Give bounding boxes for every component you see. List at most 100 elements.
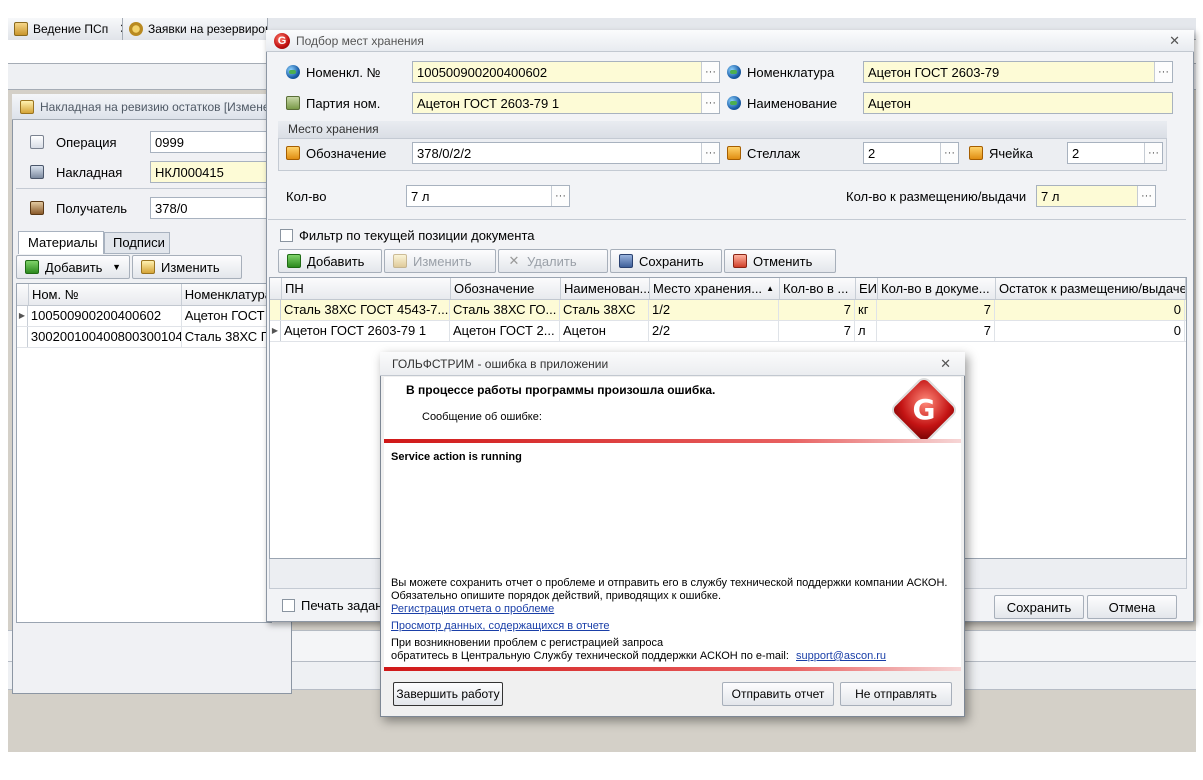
- rack-icon: [727, 146, 741, 160]
- designation-row: Обозначение 378/0/2/2 ···: [286, 142, 720, 164]
- batch-row: Партия ном. Ацетон ГОСТ 2603-79 1 ···: [286, 92, 720, 114]
- print-checkbox[interactable]: [282, 599, 295, 612]
- app-tab-psp[interactable]: Ведение ПСп ✕: [8, 18, 123, 40]
- ellipsis-button[interactable]: ···: [940, 143, 958, 163]
- doc-col-nomnum[interactable]: Ном. №: [29, 284, 182, 305]
- close-icon[interactable]: ✕: [1169, 33, 1180, 49]
- doc-add-button[interactable]: Добавить ▼: [16, 255, 130, 279]
- tab-signatures[interactable]: Подписи: [104, 232, 170, 254]
- receiver-field[interactable]: 378/0: [150, 197, 270, 219]
- rack-field[interactable]: 2 ···: [863, 142, 959, 164]
- row-pointer-icon: ▶: [17, 306, 28, 326]
- nomnum-field[interactable]: 100500900200400602 ···: [412, 61, 720, 83]
- sort-asc-icon: ▲: [766, 284, 774, 293]
- globe-icon: [286, 65, 300, 79]
- error-info: Вы можете сохранить отчет о проблеме и о…: [391, 577, 959, 663]
- error-message: Service action is running: [391, 451, 522, 463]
- ellipsis-button[interactable]: ···: [1137, 186, 1155, 206]
- filter-row: Фильтр по текущей позиции документа: [280, 228, 535, 243]
- edit-icon: [141, 260, 155, 274]
- invoice-icon: [30, 165, 44, 179]
- col-pn[interactable]: ПН: [282, 278, 451, 299]
- doc-grid-header: Ном. № Номенклатура: [17, 284, 271, 306]
- nomnum-row: Номенкл. № 100500900200400602 ···: [286, 61, 720, 83]
- divider: [16, 188, 276, 189]
- cell-row: Ячейка 2 ···: [969, 142, 1163, 164]
- cancel-button[interactable]: Отмена: [1087, 595, 1177, 619]
- name-field[interactable]: Ацетон: [863, 92, 1173, 114]
- qty-row: Кол-во 7 л ···: [286, 185, 570, 207]
- operation-field[interactable]: 0999: [150, 131, 270, 153]
- finish-work-button[interactable]: Завершить работу: [393, 682, 503, 706]
- filter-checkbox[interactable]: [280, 229, 293, 242]
- table-row[interactable]: Сталь 38ХС ГОСТ 4543-7... Сталь 38ХС ГО.…: [270, 300, 1186, 321]
- ellipsis-button[interactable]: ···: [701, 143, 719, 163]
- tab-materials[interactable]: Материалы: [18, 231, 104, 254]
- table-row[interactable]: 300200100400800300104 Сталь 38ХС Г: [17, 327, 271, 348]
- send-report-button[interactable]: Отправить отчет: [722, 682, 834, 706]
- ellipsis-button[interactable]: ···: [1154, 62, 1172, 82]
- dont-send-button[interactable]: Не отправлять: [840, 682, 952, 706]
- operation-icon: [30, 135, 44, 149]
- storage-icon: [286, 146, 300, 160]
- col-qty-doc[interactable]: Кол-во в докуме...: [878, 278, 996, 299]
- ellipsis-button[interactable]: ···: [701, 62, 719, 82]
- delete-icon: ✕: [508, 253, 520, 268]
- ellipsis-button[interactable]: ···: [1144, 143, 1162, 163]
- batch-field[interactable]: Ацетон ГОСТ 2603-79 1 ···: [412, 92, 720, 114]
- close-icon[interactable]: ✕: [940, 356, 951, 372]
- document-icon: [14, 22, 28, 36]
- col-name[interactable]: Наименован...: [561, 278, 650, 299]
- storage-grid-header: ПН Обозначение Наименован... Место хране…: [270, 278, 1186, 300]
- golfstream-logo-icon: G: [888, 374, 960, 446]
- operation-row: Операция 0999: [30, 131, 270, 153]
- col-storage[interactable]: Место хранения... ▲: [650, 278, 780, 299]
- doc-grid: Ном. № Номенклатура ▶ 100500900200400602…: [16, 283, 272, 623]
- error-header: В процессе работы программы произошла ош…: [384, 374, 961, 446]
- edit-document-icon: [20, 99, 34, 114]
- doc-col-nomenclature[interactable]: Номенклатура: [182, 284, 271, 305]
- save-toolbar-button[interactable]: Сохранить: [610, 249, 722, 273]
- register-report-link[interactable]: Регистрация отчета о проблеме: [391, 603, 959, 616]
- table-row[interactable]: ▶ Ацетон ГОСТ 2603-79 1 Ацетон ГОСТ 2...…: [270, 321, 1186, 342]
- doc-edit-button[interactable]: Изменить: [132, 255, 242, 279]
- view-report-link[interactable]: Просмотр данных, содержащихся в отчете: [391, 620, 959, 633]
- qty-field[interactable]: 7 л ···: [406, 185, 570, 207]
- add-button[interactable]: Добавить: [278, 249, 382, 273]
- ellipsis-button[interactable]: ···: [701, 93, 719, 113]
- save-button[interactable]: Сохранить: [994, 595, 1084, 619]
- col-designation[interactable]: Обозначение: [451, 278, 561, 299]
- edit-button[interactable]: Изменить: [384, 249, 496, 273]
- support-email-link[interactable]: support@ascon.ru: [796, 650, 886, 662]
- invoice-window-title: Накладная на ревизию остатков [Измене: [12, 94, 292, 120]
- globe-icon: [727, 65, 741, 79]
- col-remaining[interactable]: Остаток к размещению/выдаче: [996, 278, 1186, 299]
- receiver-row: Получатель 378/0: [30, 197, 270, 219]
- cancel-toolbar-button[interactable]: Отменить: [724, 249, 836, 273]
- chevron-down-icon[interactable]: ▼: [112, 262, 121, 272]
- invoice-row: Накладная НКЛ000415: [30, 161, 270, 183]
- error-body: Service action is running Вы можете сохр…: [384, 443, 961, 667]
- nomenclature-row: Номенклатура Ацетон ГОСТ 2603-79 ···: [727, 61, 1173, 83]
- app-tab-reservations[interactable]: Заявки на резервирова: [123, 18, 268, 40]
- invoice-field[interactable]: НКЛ000415: [150, 161, 270, 183]
- ellipsis-button[interactable]: ···: [551, 186, 569, 206]
- batch-icon: [286, 96, 300, 110]
- cell-field[interactable]: 2 ···: [1067, 142, 1163, 164]
- nomenclature-field[interactable]: Ацетон ГОСТ 2603-79 ···: [863, 61, 1173, 83]
- gear-icon: [129, 22, 143, 36]
- receiver-icon: [30, 201, 44, 215]
- rack-row: Стеллаж 2 ···: [727, 142, 959, 164]
- qty-place-field[interactable]: 7 л ···: [1036, 185, 1156, 207]
- col-unit[interactable]: ЕИ: [856, 278, 878, 299]
- col-qty-in[interactable]: Кол-во в ...: [780, 278, 856, 299]
- add-icon: [287, 254, 301, 268]
- delete-button[interactable]: ✕ Удалить: [498, 249, 608, 273]
- designation-field[interactable]: 378/0/2/2 ···: [412, 142, 720, 164]
- error-heading: В процессе работы программы произошла ош…: [406, 383, 716, 397]
- cancel-icon: [733, 254, 747, 268]
- dialog-title-bar: G Подбор мест хранения ✕: [266, 30, 1194, 52]
- table-row[interactable]: ▶ 100500900200400602 Ацетон ГОСТ: [17, 306, 271, 327]
- storage-group-header: Место хранения: [278, 121, 1167, 139]
- cell-icon: [969, 146, 983, 160]
